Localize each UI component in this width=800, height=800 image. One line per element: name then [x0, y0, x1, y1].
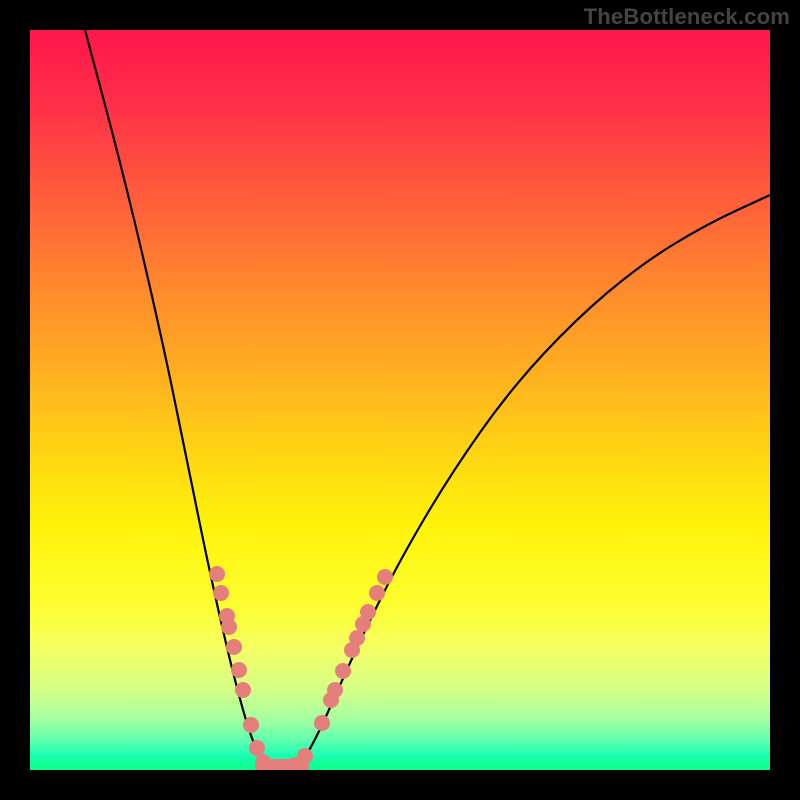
- data-dot: [243, 717, 259, 733]
- watermark-text: TheBottleneck.com: [584, 4, 790, 30]
- data-dot: [209, 566, 225, 582]
- data-dot: [297, 748, 313, 764]
- data-dot: [314, 715, 330, 731]
- curve-right-branch: [295, 195, 770, 768]
- data-dot: [249, 740, 265, 756]
- data-dots: [209, 566, 393, 770]
- data-dot: [335, 663, 351, 679]
- data-dot: [369, 585, 385, 601]
- data-dot: [231, 662, 247, 678]
- curve-left-branch: [85, 30, 270, 768]
- data-dot: [360, 604, 376, 620]
- data-dot: [377, 569, 393, 585]
- data-dot: [235, 682, 251, 698]
- data-dot: [226, 639, 242, 655]
- data-dot: [327, 682, 343, 698]
- data-dot: [349, 630, 365, 646]
- data-dot: [213, 585, 229, 601]
- chart-svg: [30, 30, 770, 770]
- plot-area: [30, 30, 770, 770]
- data-dot: [221, 619, 237, 635]
- chart-frame: TheBottleneck.com: [0, 0, 800, 800]
